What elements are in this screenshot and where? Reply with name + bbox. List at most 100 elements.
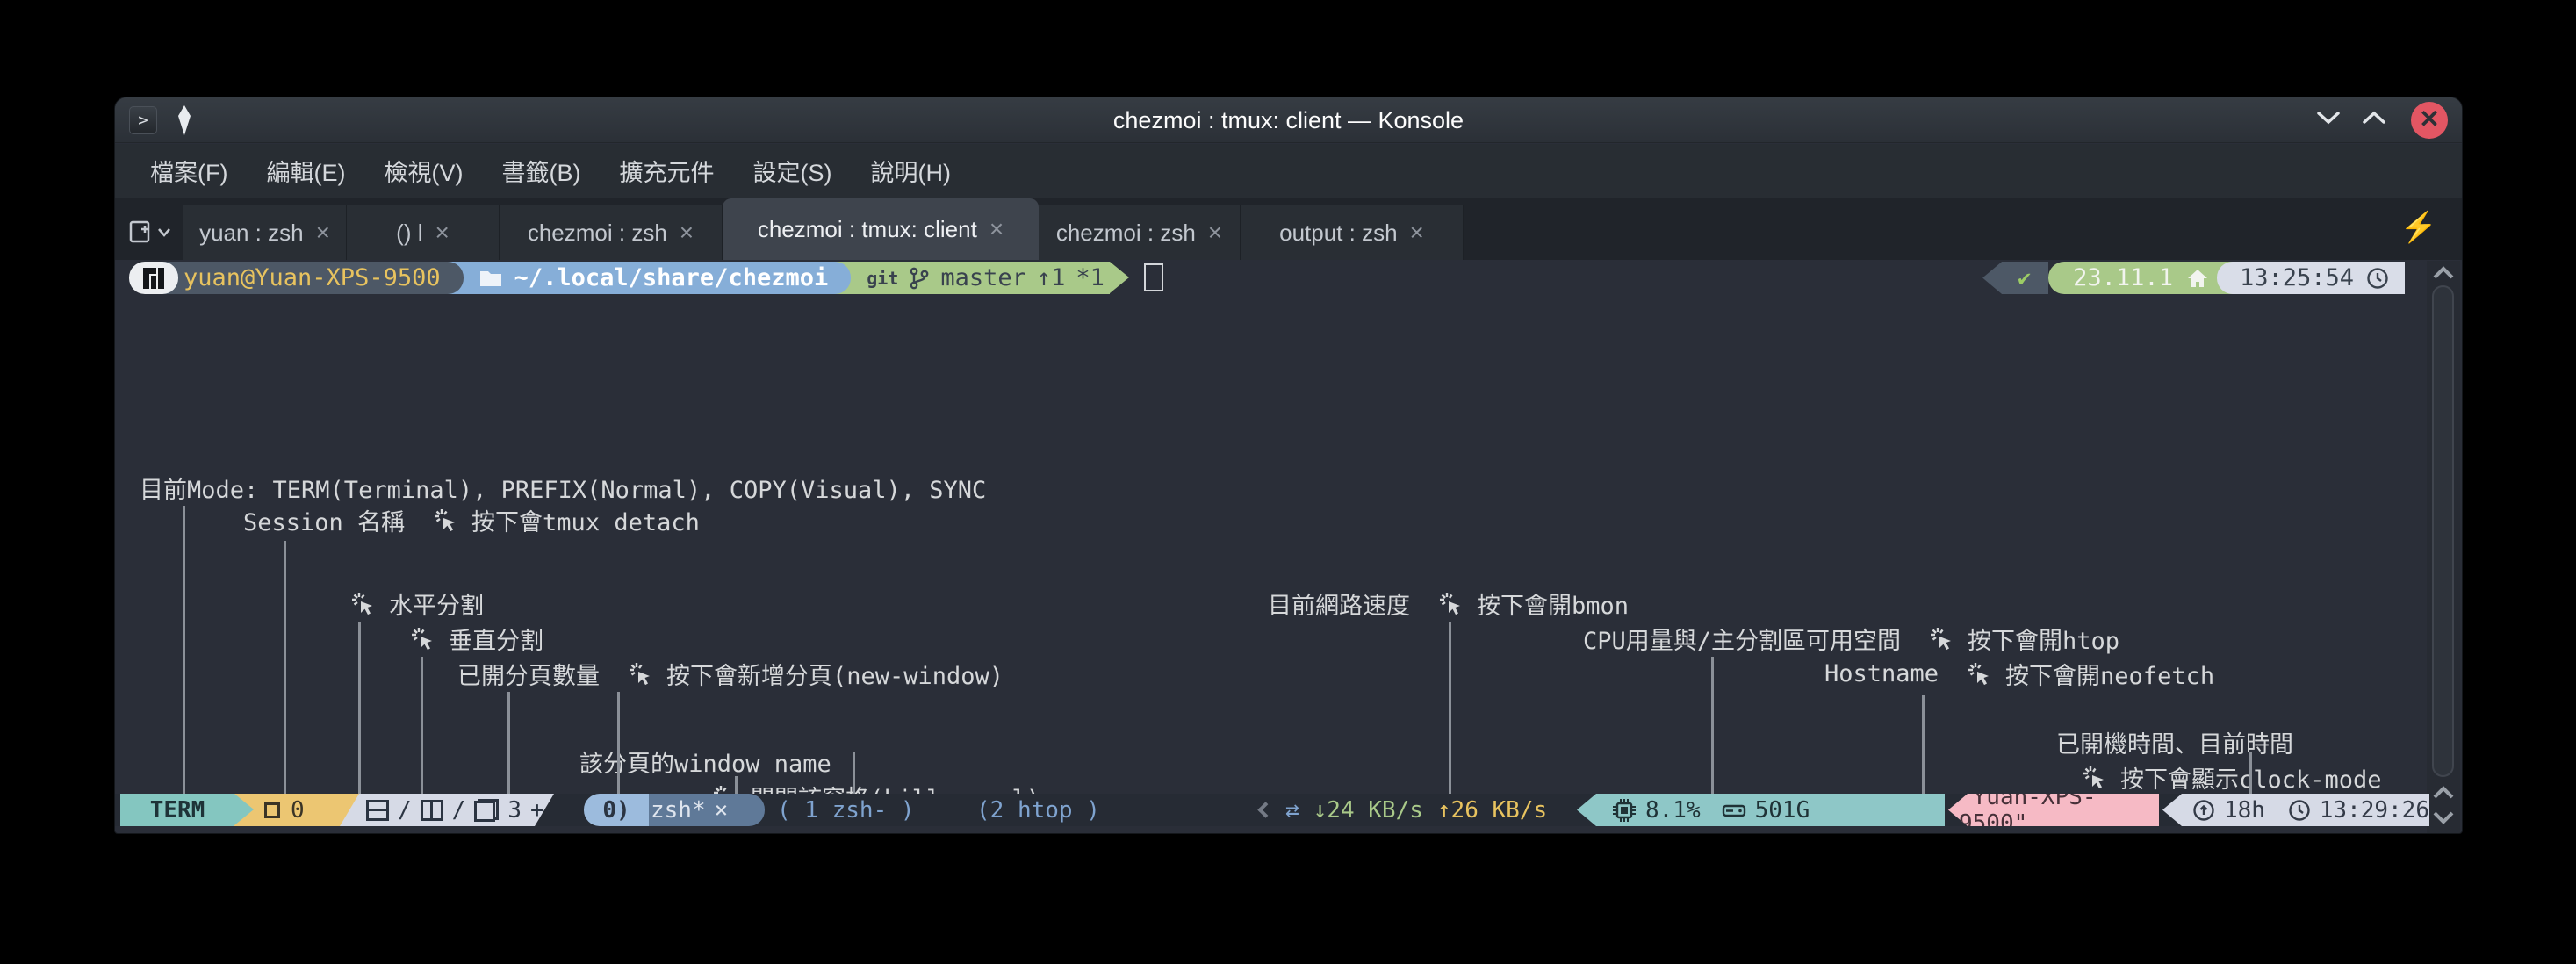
new-tab-button[interactable] [115, 205, 183, 260]
annotation-session: Session 名稱 按下會tmux detach [243, 503, 700, 537]
mouse-click-icon [628, 661, 654, 687]
terminal-area[interactable]: yuan@Yuan-XPS-9500 ~/.local/share/chezmo… [115, 260, 2429, 794]
git-branch-icon [909, 266, 930, 291]
pane-count: 3 [507, 797, 522, 824]
tmux-network-segment[interactable]: ⇄ ↓24 KB/s ↑26 KB/s [1260, 794, 1547, 826]
close-button[interactable]: ✕ [2411, 102, 2448, 139]
annotation-uptime: 已開機時間、目前時間 [2056, 725, 2293, 759]
scrollbar[interactable] [2427, 261, 2460, 833]
tmux-window2[interactable]: (2 htop ) [976, 794, 1100, 826]
uptime-icon [2192, 799, 2215, 822]
tab-chezmoi-tmux-client[interactable]: chezmoi : tmux: client × [723, 198, 1039, 260]
close-tab-icon[interactable]: × [1410, 219, 1424, 247]
mouse-click-icon [1929, 626, 1955, 652]
tmux-window0[interactable]: zsh* × [649, 794, 765, 826]
menu-bookmarks[interactable]: 書籤(B) [484, 147, 598, 195]
tabs-stack-icon[interactable] [474, 799, 499, 822]
tmux-system-segment[interactable]: 8.1% 501G [1577, 794, 1945, 826]
leader-line [617, 695, 620, 794]
close-tab-icon[interactable]: × [1208, 219, 1222, 247]
tmux-hostname-segment[interactable]: "Yuan-XPS-9500" [1948, 794, 2159, 826]
leader-line [1922, 695, 1925, 794]
leader-line [853, 752, 855, 794]
close-window-icon[interactable]: × [715, 797, 729, 824]
disk-icon [1722, 799, 1746, 822]
folder-icon [479, 268, 502, 289]
titlebar: > chezmoi : tmux: client — Konsole ✕ [115, 97, 2462, 143]
mouse-click-icon [2082, 765, 2108, 791]
powerline-arrow [1110, 262, 1129, 293]
tab-output-zsh[interactable]: output : zsh × [1241, 205, 1464, 260]
chevron-down-icon [157, 227, 171, 238]
git-modified: *1 [1076, 264, 1105, 291]
os-logo-icon [129, 262, 178, 294]
close-tab-icon[interactable]: × [989, 215, 1004, 243]
annotation-network: 目前網路速度 按下會開bmon [1268, 586, 1629, 621]
mouse-click-icon [1967, 661, 1993, 687]
git-branch: master [940, 264, 1026, 291]
scroll-up-icon[interactable] [2431, 264, 2456, 282]
terminal-cursor [1144, 263, 1163, 291]
tmux-statusbar: TERM 0 / / 3 + 0) zsh* × ( 1 zsh- ) (2 h… [115, 794, 2429, 826]
minimize-button[interactable] [2309, 103, 2348, 138]
tmux-pane-controls: / / 3 + [340, 794, 554, 826]
tab-chezmoi-zsh-1[interactable]: chezmoi : zsh × [500, 205, 723, 260]
annotation-cpu: CPU用量與/主分割區可用空間 按下會開htop [1583, 622, 2119, 656]
maximize-button[interactable] [2355, 103, 2393, 138]
mouse-click-icon [433, 507, 459, 534]
tmux-window1[interactable]: ( 1 zsh- ) [777, 794, 915, 826]
annotation-hostname: Hostname 按下會開neofetch [1824, 657, 2214, 691]
mouse-click-icon [350, 591, 377, 617]
vertical-split-icon[interactable] [421, 800, 443, 821]
home-icon [2187, 268, 2208, 289]
annotation-vsplit: 垂直分割 [410, 622, 543, 656]
git-ahead: ↑1 [1037, 264, 1066, 291]
exit-status-ok: ✔ [1982, 262, 2048, 294]
scroll-down-icon[interactable] [2431, 809, 2456, 826]
cpu-usage: 8.1% [1645, 797, 1701, 824]
leader-line [2249, 752, 2252, 794]
powerline-arrow [234, 794, 254, 825]
prompt-version: 23.11.1 [2048, 262, 2234, 294]
leader-line [1711, 657, 1714, 794]
leader-line [507, 692, 510, 794]
tmux-clock-segment[interactable]: 1d 18h 36m 13:29:26 [2162, 794, 2429, 826]
tab-untitled[interactable]: () l × [347, 205, 500, 260]
prompt-git-segment: git master ↑1 *1 [835, 262, 1110, 294]
new-window-icon[interactable]: + [530, 797, 544, 824]
close-tab-icon[interactable]: × [435, 219, 449, 247]
git-label: git [867, 268, 898, 289]
network-arrows-icon: ⇄ [1285, 797, 1299, 824]
prompt-user-host: yuan@Yuan-XPS-9500 [162, 262, 464, 294]
tmux-mode-segment: TERM [120, 794, 234, 826]
close-tab-icon[interactable]: × [316, 219, 330, 247]
cpu-chip-icon [1612, 798, 1637, 823]
disk-free: 501G [1755, 797, 1810, 824]
horizontal-split-icon[interactable] [366, 800, 389, 821]
menu-file[interactable]: 檔案(F) [133, 147, 245, 195]
lightning-icon[interactable]: ⚡ [2400, 210, 2437, 245]
shell-prompt: yuan@Yuan-XPS-9500 ~/.local/share/chezmo… [129, 262, 1129, 294]
annotation-clock-mode: 按下會顯示clock-mode [2082, 760, 2382, 795]
network-down: ↓24 KB/s [1313, 797, 1423, 824]
tab-yuan-zsh[interactable]: yuan : zsh × [183, 205, 347, 260]
annotation-mode: 目前Mode: TERM(Terminal), PREFIX(Normal), … [140, 471, 986, 505]
scroll-up-icon[interactable] [2431, 784, 2456, 802]
close-tab-icon[interactable]: × [680, 219, 694, 247]
leader-line [358, 622, 361, 794]
tab-chezmoi-zsh-2[interactable]: chezmoi : zsh × [1039, 205, 1241, 260]
scrollbar-thumb[interactable] [2432, 285, 2454, 777]
clock-icon [2288, 799, 2311, 822]
network-up: ↑26 KB/s [1437, 797, 1547, 824]
menu-view[interactable]: 檢視(V) [366, 147, 480, 195]
menu-edit[interactable]: 編輯(E) [248, 147, 363, 195]
menu-help[interactable]: 說明(H) [853, 147, 968, 195]
menu-plugins[interactable]: 擴充元件 [601, 147, 731, 195]
konsole-window: > chezmoi : tmux: client — Konsole ✕ 檔案(… [114, 97, 2463, 834]
chevron-left-icon [1257, 802, 1273, 817]
menu-settings[interactable]: 設定(S) [735, 147, 849, 195]
tmux-window0-index[interactable]: 0) [584, 794, 649, 826]
clock-value: 13:29:26 [2320, 797, 2429, 824]
leader-line [183, 506, 185, 794]
window-title: chezmoi : tmux: client — Konsole [115, 97, 2462, 143]
